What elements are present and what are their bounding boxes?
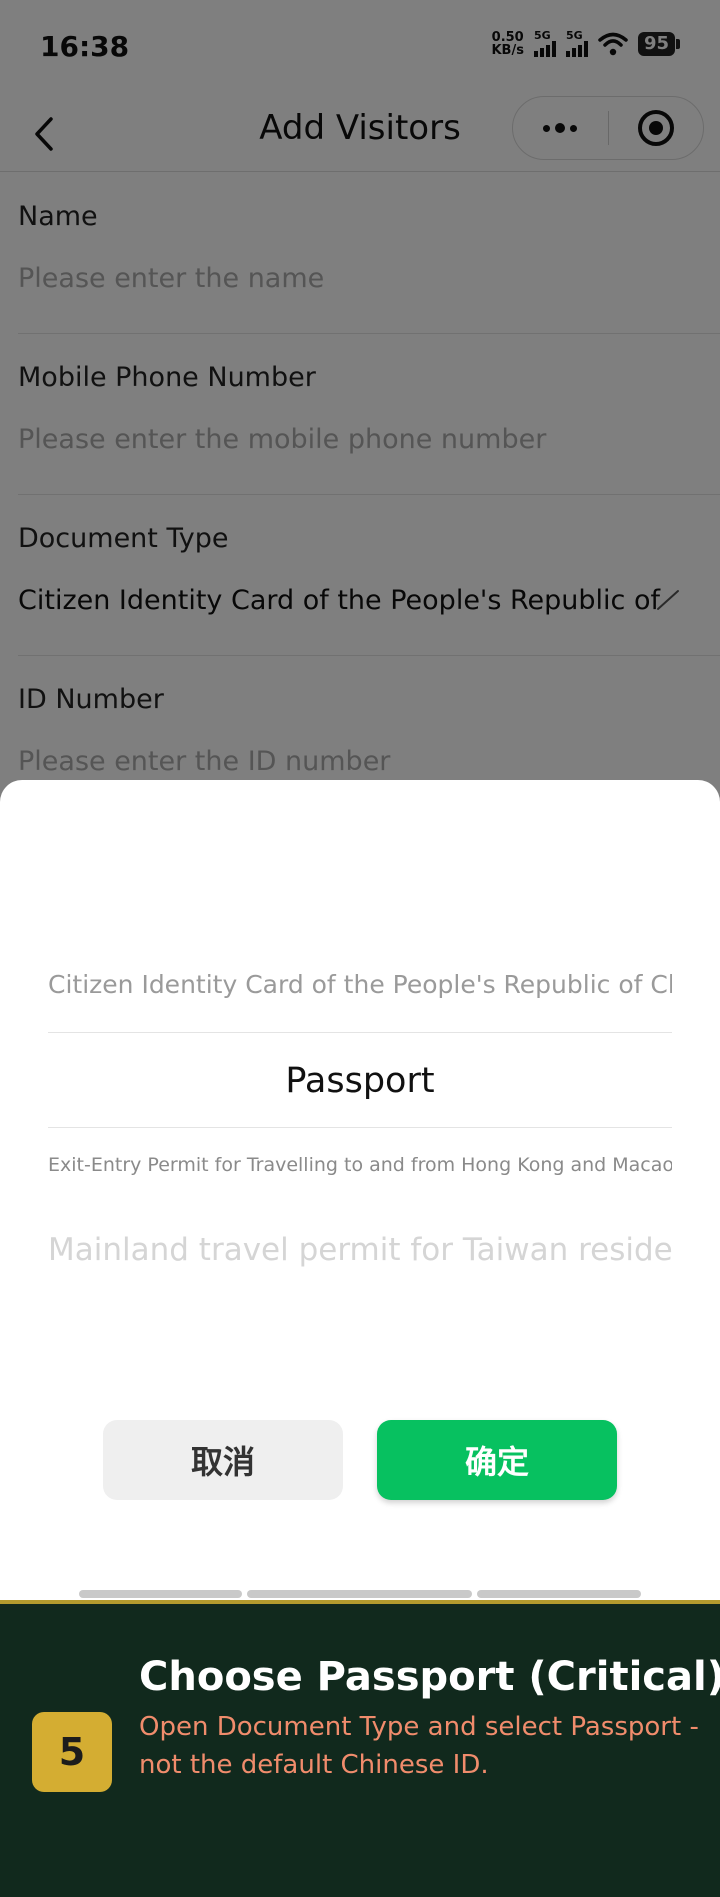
confirm-button[interactable]: 确定 xyxy=(377,1420,617,1500)
tutorial-progress xyxy=(0,1588,720,1600)
progress-segment xyxy=(79,1590,242,1598)
tutorial-banner: 5 Choose Passport (Critical) Open Docume… xyxy=(0,1600,720,1897)
picker-option-selected[interactable]: Passport xyxy=(48,1032,672,1128)
tutorial-instruction: Open Document Type and select Passport -… xyxy=(139,1712,699,1780)
picker-option[interactable]: Exit-Entry Permit for Travelling to and … xyxy=(48,1140,672,1190)
progress-segment xyxy=(247,1590,472,1598)
picker-option[interactable]: Citizen Identity Card of the People's Re… xyxy=(48,960,672,1010)
document-type-picker-sheet: Citizen Identity Card of the People's Re… xyxy=(0,780,720,1600)
tutorial-title: Choose Passport (Critical) xyxy=(139,1654,720,1700)
add-visitors-screen: 16:38 0.50 KB/s 5G 5G 95 xyxy=(0,0,720,1897)
progress-segment xyxy=(477,1590,641,1598)
step-number-badge: 5 xyxy=(32,1712,112,1792)
picker-option[interactable]: Mainland travel permit for Taiwan reside… xyxy=(48,1220,672,1280)
picker-wheel[interactable]: Citizen Identity Card of the People's Re… xyxy=(48,960,672,1300)
cancel-button[interactable]: 取消 xyxy=(103,1420,343,1500)
